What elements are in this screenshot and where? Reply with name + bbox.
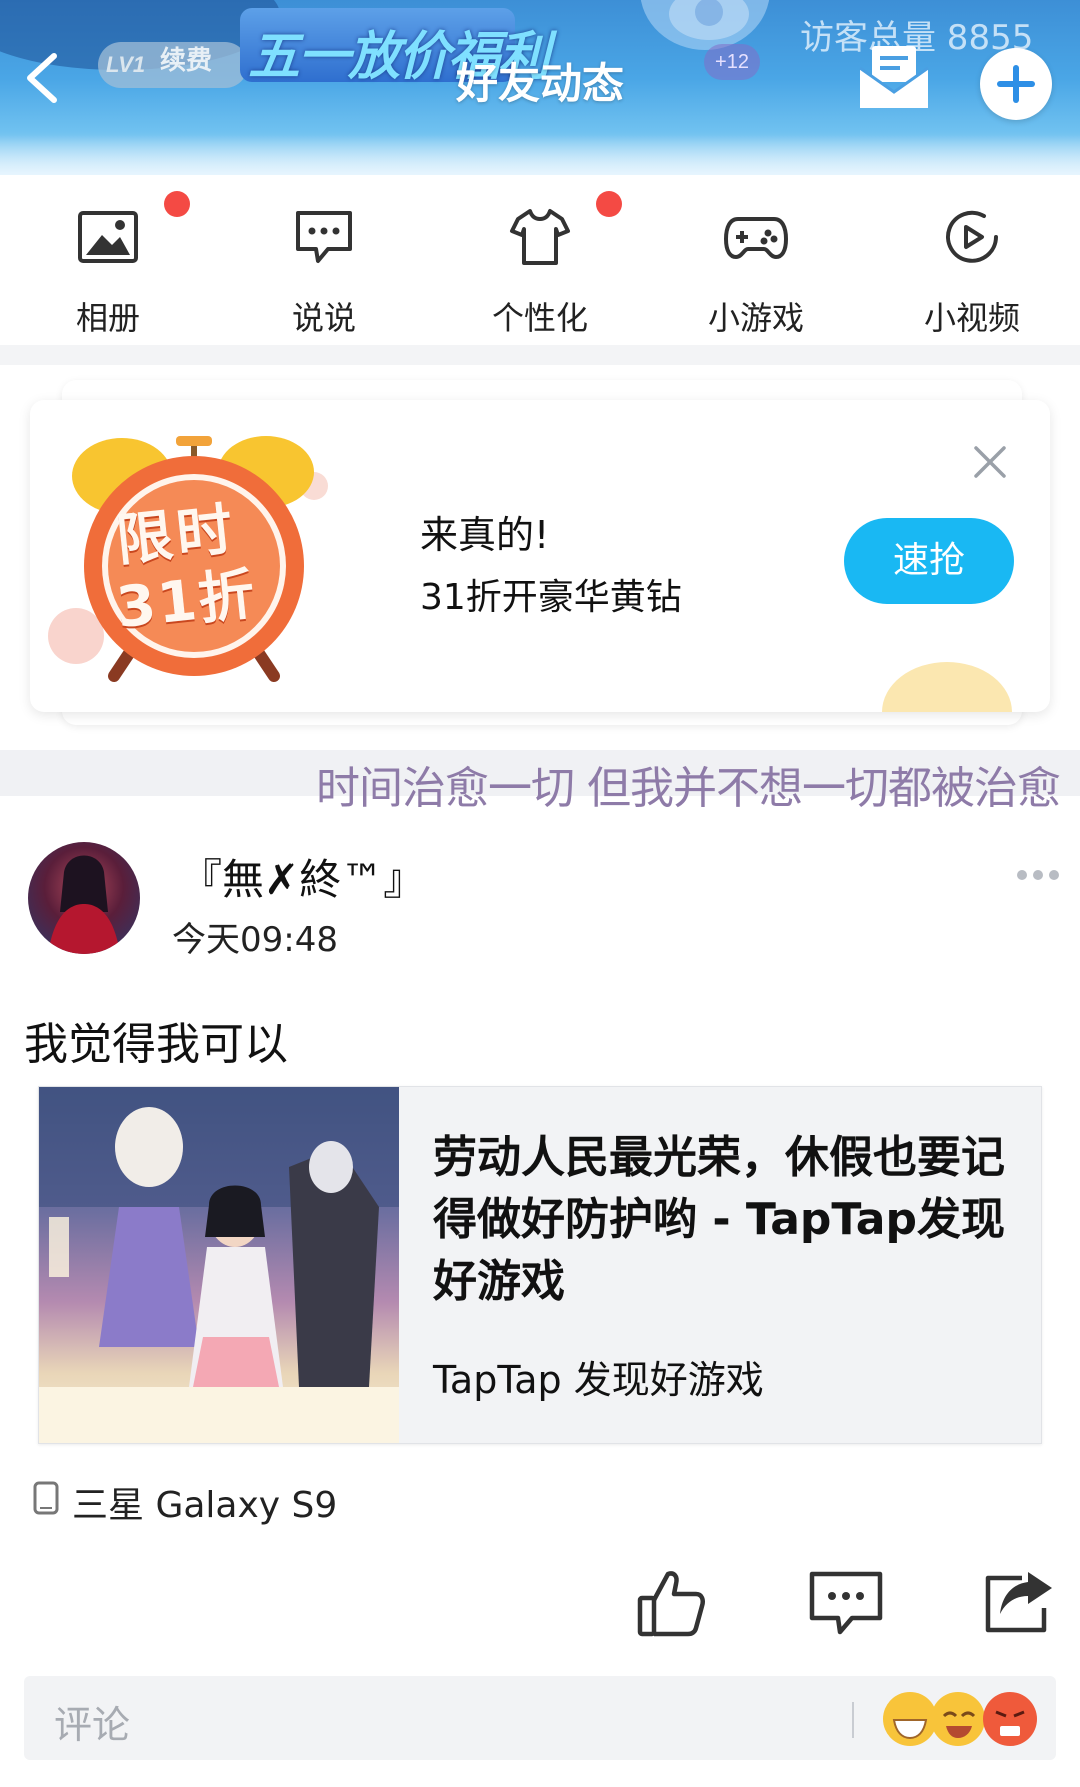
shortcut-mood[interactable]: 说说 — [216, 175, 432, 345]
photo-album-icon — [78, 211, 138, 263]
ad-subline: 31折开豪华黄钻 — [420, 577, 682, 618]
ad-decoration — [882, 662, 1012, 712]
shortcut-label: 小视频 — [923, 299, 1020, 337]
shortcut-album[interactable]: 相册 — [0, 175, 216, 345]
shortcut-personalize[interactable]: 个性化 — [432, 175, 648, 345]
user-signature: 时间治愈一切 但我并不想一切都被治愈 — [316, 763, 1061, 814]
avatar[interactable] — [28, 842, 140, 954]
notification-count-badge[interactable]: +12 — [704, 44, 760, 80]
notification-dot — [596, 191, 622, 217]
shortcut-label: 个性化 — [491, 299, 588, 337]
link-source: TapTap 发现好游戏 — [433, 1358, 764, 1402]
video-play-icon — [946, 210, 998, 263]
header-decoration — [0, 135, 1080, 175]
divider — [852, 1702, 854, 1738]
like-thumbs-up-icon[interactable] — [636, 1566, 708, 1638]
ad-card[interactable]: 限时 31折 来真的! 31折开豪华黄钻 速抢 — [30, 400, 1050, 712]
section-divider — [0, 345, 1080, 365]
share-icon[interactable] — [982, 1568, 1054, 1634]
tshirt-icon — [510, 209, 570, 265]
shortcut-label: 说说 — [291, 299, 356, 337]
shortcut-label: 相册 — [75, 299, 140, 337]
device-label: 三星 Galaxy S9 — [72, 1485, 338, 1526]
comment-input[interactable]: 评论 — [24, 1676, 1056, 1760]
shared-link-card[interactable]: 劳动人民最光荣，休假也要记得做好防护哟 - TapTap发现好游戏 TapTap… — [38, 1086, 1042, 1444]
plus-icon — [997, 65, 1035, 103]
link-thumbnail — [39, 1087, 399, 1443]
post-time: 今天09:48 — [172, 920, 338, 960]
close-icon[interactable] — [970, 442, 1010, 482]
add-button[interactable] — [980, 48, 1052, 120]
header-banner: LV1 续费 五一放价福利 访客总量 8855 好友动态 +12 — [0, 0, 1080, 175]
emoji-picker-icon[interactable] — [880, 1686, 1050, 1752]
phone-icon — [33, 1481, 59, 1515]
ad-illustration-text: 31折 — [113, 561, 260, 642]
comment-placeholder: 评论 — [54, 1703, 131, 1747]
link-title: 劳动人民最光荣，休假也要记得做好防护哟 - TapTap发现好游戏 — [433, 1132, 1005, 1307]
post-text: 我觉得我可以 — [24, 1019, 288, 1070]
comment-icon[interactable] — [808, 1570, 884, 1636]
mail-icon[interactable] — [858, 44, 930, 112]
ad-cta-button[interactable]: 速抢 — [844, 518, 1014, 604]
shortcut-mini-games[interactable]: 小游戏 — [648, 175, 864, 345]
speech-bubble-icon — [296, 211, 352, 263]
shortcut-label: 小游戏 — [707, 299, 804, 337]
shortcut-short-video[interactable]: 小视频 — [864, 175, 1080, 345]
gamepad-icon — [724, 217, 788, 260]
post-username[interactable]: 『無✗終™』 — [180, 846, 425, 907]
notification-dot — [164, 191, 190, 217]
avatar-image — [48, 855, 120, 954]
ad-headline: 来真的! — [420, 513, 550, 557]
game-artwork — [39, 1087, 399, 1443]
shortcut-row: 相册 说说 个性化 小游戏 小视频 — [0, 175, 1080, 345]
more-options-icon[interactable] — [1016, 868, 1060, 882]
